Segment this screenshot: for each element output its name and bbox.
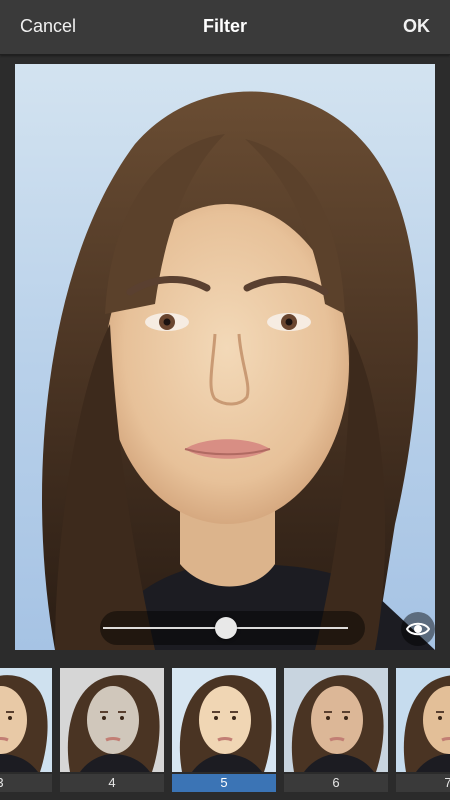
eye-icon xyxy=(406,622,430,636)
filter-preview-image xyxy=(396,668,450,772)
filter-label[interactable]: 5 xyxy=(172,774,276,792)
filter-thumbnail[interactable] xyxy=(396,668,450,772)
filter-preview-image xyxy=(0,668,52,772)
filter-screen: Cancel Filter OK 4 5 6 7 xyxy=(0,0,450,800)
filter-thumbnail[interactable] xyxy=(172,668,276,772)
portrait-photo xyxy=(15,64,435,650)
ok-button[interactable]: OK xyxy=(403,16,430,37)
filter-thumbnail[interactable] xyxy=(0,668,52,772)
filter-preview-image xyxy=(172,668,276,772)
top-toolbar: Cancel Filter OK xyxy=(0,0,450,55)
filter-preview-image xyxy=(60,668,164,772)
slider-thumb[interactable] xyxy=(215,617,237,639)
filter-label[interactable]: 6 xyxy=(284,774,388,792)
filter-label[interactable]: 3 xyxy=(0,774,52,792)
filter-label[interactable]: 7 xyxy=(396,774,450,792)
filter-thumbnail[interactable] xyxy=(284,668,388,772)
filter-label[interactable]: 4 xyxy=(60,774,164,792)
filter-preview-image xyxy=(284,668,388,772)
photo-preview xyxy=(15,64,435,650)
filter-thumbnail[interactable] xyxy=(60,668,164,772)
preview-toggle-button[interactable] xyxy=(401,612,435,646)
page-title: Filter xyxy=(202,16,247,36)
filter-strip: 34567 xyxy=(0,660,450,800)
